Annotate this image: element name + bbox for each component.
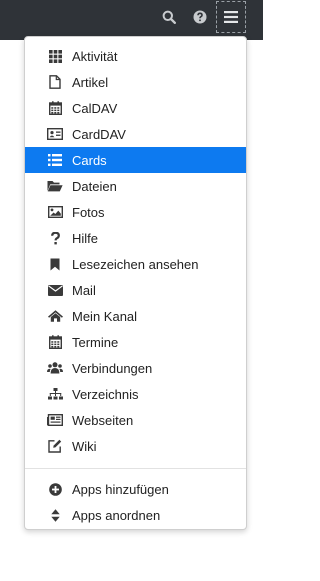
address-card-icon — [47, 126, 63, 142]
menu-item-label: Aktivität — [72, 48, 118, 64]
menu-item-label: CalDAV — [72, 100, 118, 116]
image-icon — [47, 204, 63, 220]
grid-icon — [47, 48, 63, 64]
list-icon — [47, 152, 63, 168]
edit-icon — [47, 438, 63, 454]
menu-item-label: Artikel — [72, 74, 109, 90]
menu-item-label: Webseiten — [72, 412, 134, 428]
document-icon — [47, 74, 63, 90]
menu-item-apps-anordnen[interactable]: Apps anordnen — [25, 502, 246, 528]
menu-item-termine[interactable]: Termine — [25, 329, 246, 355]
search-icon[interactable] — [156, 0, 182, 34]
bookmark-icon — [47, 256, 63, 272]
sort-icon — [47, 507, 63, 523]
menu-item-label: Lesezeichen ansehen — [72, 256, 199, 272]
menu-item-fotos[interactable]: Fotos — [25, 199, 246, 225]
menu-item-label: Apps hinzufügen — [72, 481, 169, 497]
question-icon — [47, 230, 63, 246]
menu-divider — [25, 468, 246, 469]
calendar-icon — [47, 334, 63, 350]
users-icon — [47, 360, 63, 376]
help-icon[interactable] — [187, 0, 213, 34]
menu-item-hilfe[interactable]: Hilfe — [25, 225, 246, 251]
menu-item-mail[interactable]: Mail — [25, 277, 246, 303]
envelope-icon — [47, 282, 63, 298]
menu-item-apps-hinzufuegen[interactable]: Apps hinzufügen — [25, 476, 246, 502]
calendar-icon — [47, 100, 63, 116]
sitemap-icon — [47, 386, 63, 402]
folder-icon — [47, 178, 63, 194]
menu-item-label: Verzeichnis — [72, 386, 139, 402]
menu-icon[interactable] — [216, 1, 246, 33]
menu-item-artikel[interactable]: Artikel — [25, 69, 246, 95]
menu-item-label: Mein Kanal — [72, 308, 138, 324]
menu-item-label: Wiki — [72, 438, 97, 454]
menu-item-label: Dateien — [72, 178, 117, 194]
menu-item-label: Mail — [72, 282, 96, 298]
menu-item-carddav[interactable]: CardDAV — [25, 121, 246, 147]
menu-item-lesezeichen-ansehen[interactable]: Lesezeichen ansehen — [25, 251, 246, 277]
menu-item-aktivitaet[interactable]: Aktivität — [25, 43, 246, 69]
apps-dropdown-menu: Aktivität Artikel CalDAV CardDAV Cards Dateie… — [24, 36, 247, 530]
menu-item-label: Apps anordnen — [72, 507, 161, 523]
menu-item-caldav[interactable]: CalDAV — [25, 95, 246, 121]
menu-item-webseiten[interactable]: Webseiten — [25, 407, 246, 433]
menu-item-label: CardDAV — [72, 126, 126, 142]
menu-item-verzeichnis[interactable]: Verzeichnis — [25, 381, 246, 407]
menu-item-label: Fotos — [72, 204, 105, 220]
menu-item-wiki[interactable]: Wiki — [25, 433, 246, 459]
menu-item-label: Hilfe — [72, 230, 99, 246]
home-icon — [47, 308, 63, 324]
apps-menu-list: Aktivität Artikel CalDAV CardDAV Cards Dateie… — [25, 43, 246, 528]
menu-item-cards[interactable]: Cards — [25, 147, 246, 173]
menu-item-verbindungen[interactable]: Verbindungen — [25, 355, 246, 381]
plus-circle-icon — [47, 481, 63, 497]
menu-item-dateien[interactable]: Dateien — [25, 173, 246, 199]
menu-item-label: Termine — [72, 334, 119, 350]
menu-item-mein-kanal[interactable]: Mein Kanal — [25, 303, 246, 329]
newspaper-icon — [47, 412, 63, 428]
menu-item-label: Verbindungen — [72, 360, 153, 376]
menu-item-label: Cards — [72, 152, 107, 168]
top-navbar — [0, 0, 263, 40]
